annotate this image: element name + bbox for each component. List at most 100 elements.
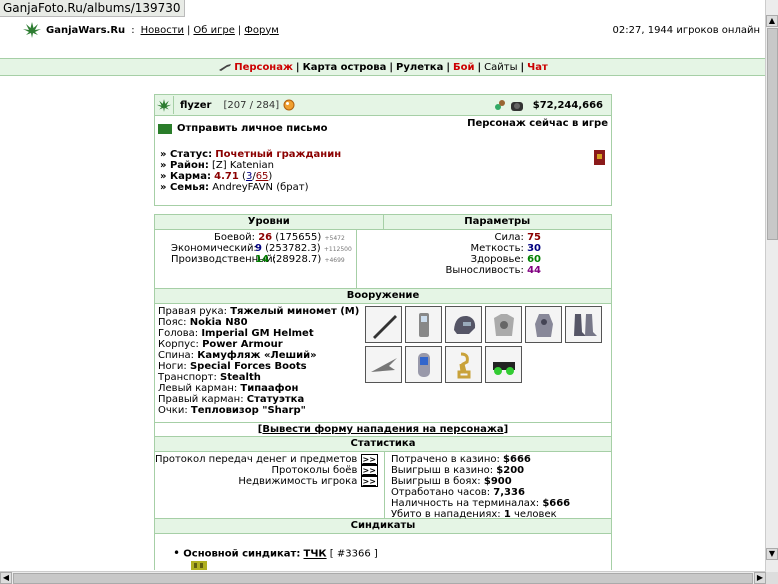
player-nickname[interactable]: flyzer [180, 100, 211, 111]
scroll-corner [766, 572, 778, 584]
stats-card: Уровни Параметры Боевой: 26 (175655) +54… [154, 214, 612, 570]
passport-icon[interactable] [594, 150, 605, 165]
news-link[interactable]: Новости [141, 25, 184, 36]
helmet-icon [453, 315, 475, 334]
armament-list: Правая рука: Тяжелый миномет (M) Пояс: N… [158, 306, 360, 416]
stats-links: Протокол передач денег и предметов >> Пр… [155, 452, 385, 518]
equipment-icon [510, 102, 523, 111]
item-slot-camo[interactable] [525, 306, 562, 343]
battle-log-button[interactable]: >> [360, 465, 378, 476]
thermal-goggles-icon [492, 361, 515, 375]
send-message-link[interactable]: Отправить личное письмо [177, 123, 328, 134]
nav-chat[interactable]: Чат [527, 62, 548, 73]
scroll-left-button[interactable]: ◀ [0, 572, 12, 584]
health-orb-icon [283, 99, 295, 111]
main-nav: Персонаж | Карта острова | Рулетка | Бой | С… [0, 58, 766, 76]
item-slot-stealth[interactable] [365, 346, 402, 383]
armour-icon [493, 313, 514, 336]
status-value: Почетный гражданин [215, 149, 342, 160]
profile-details: » Статус: Почетный гражданин » Район: [Z… [160, 149, 342, 193]
karma-value: 4.71 [214, 171, 239, 182]
syndicates-title: Синдикаты [155, 518, 611, 534]
site-name[interactable]: GanjaWars.Ru [46, 25, 125, 36]
scroll-up-button[interactable]: ▲ [766, 15, 778, 27]
player-hp: [207 / 284] [223, 99, 280, 111]
item-belt[interactable]: Nokia N80 [190, 317, 248, 328]
mail-icon [158, 123, 172, 134]
cannabis-leaf-icon [23, 22, 41, 38]
phone-icon [418, 312, 429, 337]
profile-leaf [155, 96, 174, 114]
attack-form-row: [Вывести форму нападения на персонажа] [155, 422, 611, 436]
levels-title: Уровни [155, 215, 384, 230]
online-status: 02:27, 1944 игроков онлайн [612, 24, 760, 36]
karma-negative[interactable]: 65 [256, 171, 269, 182]
levels-params-header: Уровни Параметры [155, 215, 611, 230]
item-slot-typaafon[interactable] [405, 346, 442, 383]
site-name-sep: : [131, 24, 135, 36]
scroll-down-button[interactable]: ▼ [766, 548, 778, 560]
item-slot-phone[interactable] [405, 306, 442, 343]
item-right-hand[interactable]: Тяжелый миномет (M) [230, 306, 359, 317]
district-value[interactable]: [Z] Katenian [212, 160, 274, 171]
player-money: $72,244,666 [532, 99, 603, 111]
nav-battle[interactable]: Бой [453, 62, 475, 73]
pda-icon [417, 352, 430, 377]
top-links: Новости | Об игре | Форум [140, 24, 279, 36]
statuette-icon [457, 352, 470, 378]
attack-form-link[interactable]: Вывести форму нападения на персонажа [262, 424, 503, 435]
vertical-scrollbar[interactable]: ▲ ▼ [765, 0, 778, 572]
real-estate-button[interactable]: >> [360, 476, 378, 487]
watermark-text: GanjaFoto.Ru/albums/139730 [0, 0, 185, 17]
about-link[interactable]: Об игре [193, 25, 234, 36]
stealth-jet-icon [370, 357, 397, 372]
syndicate-badge-icon [191, 561, 207, 570]
item-legs[interactable]: Special Forces Boots [190, 361, 307, 372]
karma-positive[interactable]: 3 [246, 171, 252, 182]
vertical-scroll-thumb[interactable] [767, 28, 778, 240]
stats-values: Потрачено в казино: $666 Выигрыш в казин… [390, 454, 571, 520]
send-message-row[interactable]: Отправить личное письмо [158, 123, 328, 134]
page: GanjaWars.Ru : Новости | Об игре | Форум 02:… [0, 0, 766, 570]
top-bar: GanjaWars.Ru : Новости | Об игре | Форум 02:… [0, 15, 766, 45]
item-slot-helmet[interactable] [445, 306, 482, 343]
horizontal-scroll-thumb[interactable] [13, 573, 753, 584]
item-left-pocket[interactable]: Типаафон [240, 383, 298, 394]
profile-card: flyzer [207 / 284] $72,244,666 Отправить… [154, 94, 612, 206]
money-transfer-log-button[interactable]: >> [360, 454, 378, 465]
item-head[interactable]: Imperial GM Helmet [201, 328, 313, 339]
syndicate-link[interactable]: ТЧК [304, 549, 327, 560]
item-slot-statuette[interactable] [445, 346, 482, 383]
levels-list: Боевой: 26 (175655) +5472 Экономический:… [155, 230, 357, 288]
mortar-icon [372, 314, 397, 339]
armament-body: Правая рука: Тяжелый миномет (M) Пояс: N… [155, 304, 611, 422]
item-slot-armour[interactable] [485, 306, 522, 343]
item-body[interactable]: Power Armour [202, 339, 283, 350]
family-value[interactable]: AndreyFAVN (брат) [212, 182, 308, 193]
stats-title: Статистика [155, 436, 611, 452]
profile-header: flyzer [207 / 284] $72,244,666 [155, 95, 611, 116]
item-slot-thermal[interactable] [485, 346, 522, 383]
scroll-right-button[interactable]: ▶ [754, 572, 766, 584]
gun-icon [219, 64, 232, 71]
item-back[interactable]: Камуфляж «Леший» [197, 350, 316, 361]
forum-link[interactable]: Форум [244, 25, 279, 36]
params-list: Сила: 75 Меткость: 30 Здоровье: 60 Вынос… [445, 232, 541, 276]
armament-title: Вооружение [155, 288, 611, 304]
nav-map[interactable]: Карта острова [303, 62, 387, 73]
item-right-pocket[interactable]: Статуэтка [247, 394, 304, 405]
item-glasses[interactable]: Тепловизор "Sharp" [191, 405, 306, 416]
in-game-status: Персонаж сейчас в игре [467, 118, 608, 129]
params-title: Параметры [383, 215, 611, 230]
levels-params-body: Боевой: 26 (175655) +5472 Экономический:… [155, 230, 611, 288]
horizontal-scrollbar[interactable]: ◀ ▶ [0, 571, 766, 584]
nav-sites[interactable]: Сайты [484, 62, 517, 73]
item-slot-mortar[interactable] [365, 306, 402, 343]
stats-body: Протокол передач денег и предметов >> Пр… [155, 452, 611, 520]
site-logo[interactable]: GanjaWars.Ru : Новости | Об игре | Форум [22, 21, 279, 39]
syndicate-icon [494, 100, 505, 110]
item-slot-boots[interactable] [565, 306, 602, 343]
nav-roulette[interactable]: Рулетка [396, 62, 443, 73]
item-transport[interactable]: Stealth [220, 372, 261, 383]
nav-character[interactable]: Персонаж [234, 62, 293, 73]
